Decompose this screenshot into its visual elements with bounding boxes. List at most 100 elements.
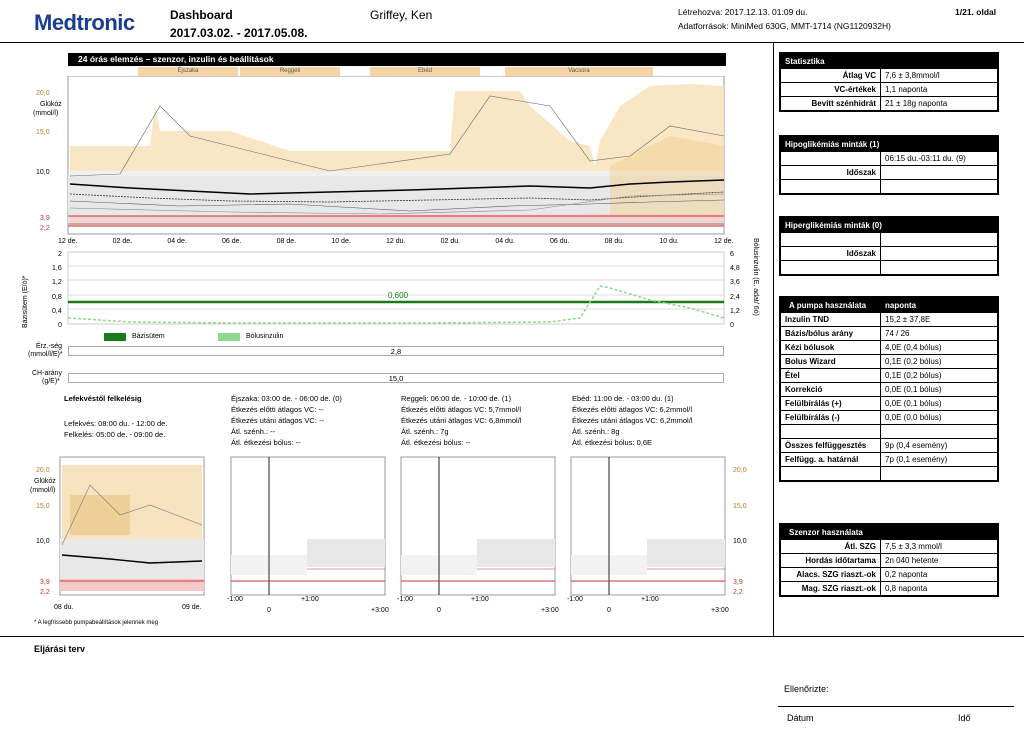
legend-bolus-label: Bólusinzulin bbox=[246, 333, 284, 340]
row-value: 0,8 naponta bbox=[880, 581, 998, 596]
medtronic-logo: Medtronic bbox=[34, 10, 135, 35]
hyper-cell bbox=[880, 232, 998, 247]
stat-label: Átlag VC bbox=[780, 68, 881, 83]
rt-36: 3,6 bbox=[730, 279, 740, 286]
hyper-cell bbox=[880, 260, 998, 275]
meal-breakfast-bolus: Átl. étkezési bólus: -- bbox=[401, 438, 471, 447]
meal-breakfast-pre: Étkezés előtti átlagos VC: 5,7mmol/l bbox=[401, 405, 522, 414]
row-value: 2n 040 hetente bbox=[880, 553, 998, 568]
row-value: 15,2 ± 37,8E bbox=[880, 312, 998, 327]
lt-08: 0,8 bbox=[52, 294, 62, 301]
hypo-cell bbox=[880, 179, 998, 194]
yt-22: 2,2 bbox=[40, 225, 50, 232]
meal-night-info: Éjszaka: 03:00 de. - 06:00 de. (0) Étkez… bbox=[231, 393, 342, 448]
pump-title: A pumpa használata bbox=[780, 297, 881, 313]
x-tick: 12 de. bbox=[58, 238, 78, 245]
stat-value: 7,6 ± 3,8mmol/l bbox=[880, 68, 998, 83]
hyper-cell bbox=[780, 232, 881, 247]
mini-x-tick: -1:00 bbox=[397, 596, 413, 603]
sign-line bbox=[778, 706, 1014, 707]
checked-label: Ellenőrizte: bbox=[784, 684, 829, 694]
lt-12: 1,2 bbox=[52, 279, 62, 286]
plan-title: Eljárási terv bbox=[34, 644, 86, 654]
mini-x-tick: -1:00 bbox=[567, 596, 583, 603]
meal-band-lunch: Ebéd bbox=[370, 67, 480, 76]
mini-x-tick: +3:00 bbox=[371, 607, 389, 614]
rt-12: 1,2 bbox=[730, 308, 740, 315]
mini-r-39: 3,9 bbox=[733, 579, 743, 586]
hyper-label: Időszak bbox=[780, 246, 881, 261]
insulin-chart: 0,600 2 1,6 1,2 0,8 0,4 0 6 4,8 3,6 2,4 … bbox=[52, 251, 740, 329]
lt-04: 0,4 bbox=[52, 308, 62, 315]
lt-2: 2 bbox=[58, 251, 62, 258]
sleep-bed: Lefekvés: 08:00 du. - 12:00 de. bbox=[64, 419, 168, 428]
date-range: 2017.03.02. - 2017.05.08. bbox=[170, 26, 308, 40]
row-label: Bázis/bólus arány bbox=[780, 326, 881, 341]
row-label: Felülbírálás (-) bbox=[780, 410, 881, 425]
mini-r-10: 10,0 bbox=[733, 538, 747, 545]
glucose-chart: 20,0 15,0 10,0 3,9 2,2 12 de. 02 de. 04 de… bbox=[36, 76, 734, 245]
legend-bolus-swatch bbox=[218, 333, 240, 341]
page-number: 1/21. oldal bbox=[955, 7, 997, 17]
erz-unit: (mmol/l/E)* bbox=[28, 351, 63, 358]
meal-breakfast-carb: Átl. szénh.: 7g bbox=[401, 427, 449, 436]
data-sources: Adatforrások: MiniMed 630G, MMT-1714 (NG… bbox=[678, 21, 891, 31]
header-divider bbox=[0, 42, 1024, 43]
row-label: Alacs. SZG riaszt.-ok bbox=[780, 567, 881, 582]
row-label: Hordás időtartama bbox=[780, 553, 881, 568]
yt-20: 20,0 bbox=[36, 90, 50, 97]
mini-x-09: 09 de. bbox=[182, 604, 202, 611]
ch-unit: (g/E)* bbox=[42, 378, 60, 385]
hyper-cell bbox=[880, 246, 998, 261]
yt-39: 3,9 bbox=[40, 215, 50, 222]
meal-band-dinner: Vacsora bbox=[505, 67, 653, 76]
row-value: 0,1E (0,2 bólus) bbox=[880, 368, 998, 383]
mini-l-22: 2,2 bbox=[40, 589, 50, 596]
mini-l-10: 10,0 bbox=[36, 538, 50, 545]
stats-title: Statisztika bbox=[780, 53, 998, 69]
mini-l-20: 20,0 bbox=[36, 467, 50, 474]
x-tick: 12 du. bbox=[386, 238, 406, 245]
stats-table: Statisztika Átlag VC 7,6 ± 3,8mmol/l VC-é… bbox=[779, 52, 999, 112]
footer-divider bbox=[0, 636, 1024, 637]
stat-label: Bevitt szénhidrát bbox=[780, 96, 881, 111]
x-tick: 02 de. bbox=[113, 238, 133, 245]
lt-16: 1,6 bbox=[52, 265, 62, 272]
sensor-title: Szenzor használata bbox=[780, 524, 998, 540]
x-tick: 08 du. bbox=[605, 238, 625, 245]
row-label: Inzulin TND bbox=[780, 312, 881, 327]
row-value: 0,0E (0,1 bólus) bbox=[880, 396, 998, 411]
hypo-value: 06:15 du.-03:11 du. (9) bbox=[880, 151, 998, 166]
mini-charts: 08 du. 09 de. -1:00 0 +1:00 +3:00 -1:00 0 +1:0… bbox=[36, 456, 747, 614]
row-value: 0,0E (0,1 bólus) bbox=[880, 382, 998, 397]
row-value: 4,0E (0,4 bólus) bbox=[880, 340, 998, 355]
x-tick: 12 de. bbox=[714, 238, 734, 245]
stat-value: 1,1 naponta bbox=[880, 82, 998, 97]
hypo-table: Hipoglikémiás minták (1) 06:15 du.-03:11… bbox=[779, 135, 999, 195]
hypo-cell bbox=[780, 179, 881, 194]
row-value: 0,2 naponta bbox=[880, 567, 998, 582]
bolus-ylabel: Bólusinzulin (E, adat/ 6ó) bbox=[752, 238, 759, 316]
stat-value: 21 ± 18g naponta bbox=[880, 96, 998, 111]
mini-r-20: 20,0 bbox=[733, 467, 747, 474]
yt-15: 15,0 bbox=[36, 129, 50, 136]
mini-x-tick: +3:00 bbox=[711, 607, 729, 614]
hyper-cell bbox=[780, 260, 881, 275]
row-value: 9p (0,4 esemény) bbox=[880, 438, 998, 453]
hypo-empty bbox=[780, 151, 881, 166]
sensor-table: Szenzor használata Átl. SZG 7,5 ± 3,3 mmo… bbox=[779, 523, 999, 597]
report-title: Dashboard bbox=[170, 8, 233, 22]
row-label: Összes felfüggesztés bbox=[780, 438, 881, 453]
mini-x-tick: +3:00 bbox=[541, 607, 559, 614]
meal-lunch-carb: Átl. szénh.: 8g bbox=[572, 427, 620, 436]
meal-band-breakfast: Reggeli bbox=[240, 67, 340, 76]
mini-x-tick: -1:00 bbox=[227, 596, 243, 603]
meal-night-bolus: Átl. étkezési bólus: -- bbox=[231, 438, 301, 447]
blank-cell bbox=[880, 466, 998, 481]
x-tick: 04 du. bbox=[495, 238, 515, 245]
x-tick: 06 du. bbox=[550, 238, 570, 245]
patient-name: Griffey, Ken bbox=[370, 8, 433, 22]
meal-breakfast-info: Reggeli: 06:00 de. - 10:00 de. (1) Étkez… bbox=[401, 393, 521, 448]
mini-l-39: 3,9 bbox=[40, 579, 50, 586]
x-tick: 02 du. bbox=[441, 238, 461, 245]
